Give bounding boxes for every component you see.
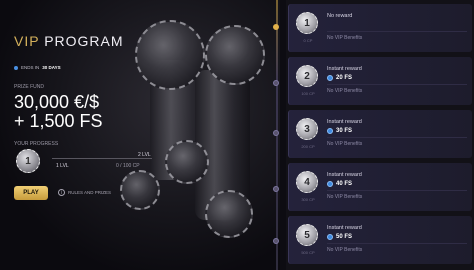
vip-benefits: No VIP Benefits <box>327 247 363 253</box>
poker-chip <box>165 140 209 184</box>
free-spins-reward: 20 FS <box>327 75 352 81</box>
level-cp: 100 CP <box>301 91 315 96</box>
free-spins-value: 40 FS <box>336 181 353 187</box>
play-button[interactable]: PLAY <box>14 186 48 200</box>
free-spins-reward: 50 FS <box>327 234 352 240</box>
reward-title: Instant reward <box>327 172 362 178</box>
timeline-dot <box>273 238 279 244</box>
reward-title: Instant reward <box>327 66 362 72</box>
poker-chip <box>120 170 160 210</box>
ends-in-value: 30 DAYS <box>42 65 61 70</box>
rules-link[interactable]: i RULES AND PRIZES <box>58 189 111 196</box>
vip-benefits: No VIP Benefits <box>327 35 363 41</box>
free-spins-value: 50 FS <box>336 234 353 240</box>
free-spins-reward: 40 FS <box>327 181 352 187</box>
free-spin-coin-icon <box>327 181 333 187</box>
free-spins-value: 20 FS <box>336 75 353 81</box>
free-spin-coin-icon <box>327 128 333 134</box>
reward-card-level-4[interactable]: 4 300 CP Instant reward 40 FS No VIP Ben… <box>288 163 472 211</box>
progress-label: YOUR PROGRESS <box>14 141 59 147</box>
level-cp: 300 CP <box>301 197 315 202</box>
vip-benefits: No VIP Benefits <box>327 88 363 94</box>
level-badge: 4 <box>296 171 318 193</box>
vip-benefits: No VIP Benefits <box>327 141 363 147</box>
vip-benefits: No VIP Benefits <box>327 194 363 200</box>
free-spin-coin-icon <box>327 75 333 81</box>
ends-in-timer: ENDS IN 30 DAYS <box>14 65 61 70</box>
divider <box>327 243 467 244</box>
divider <box>327 31 467 32</box>
prize-fund-amount: 30,000 €/$ <box>14 92 100 112</box>
free-spins-value: 30 FS <box>336 128 353 134</box>
progress-points: 0 / 100 CP <box>116 163 140 169</box>
free-spins-reward: 30 FS <box>327 128 352 134</box>
reward-card-level-3[interactable]: 3 200 CP Instant reward 30 FS No VIP Ben… <box>288 110 472 158</box>
timeline-dot <box>273 130 279 136</box>
level-badge: 1 <box>296 12 318 34</box>
progress-bar <box>52 158 152 159</box>
reward-title: No reward <box>327 13 353 19</box>
reward-card-level-5[interactable]: 5 500 CP Instant reward 50 FS No VIP Ben… <box>288 216 472 264</box>
level-badge: 2 <box>296 65 318 87</box>
level-badge: 3 <box>296 118 318 140</box>
poker-chip <box>135 20 205 90</box>
divider <box>327 190 467 191</box>
reward-title: Instant reward <box>327 119 362 125</box>
free-spin-coin-icon <box>327 234 333 240</box>
prize-fund-label: PRIZE FUND <box>14 84 44 90</box>
brand-vip: VIP <box>14 33 40 49</box>
info-icon: i <box>58 189 65 196</box>
reward-card-level-1[interactable]: 1 0 CP No reward No VIP Benefits <box>288 4 472 52</box>
level-badge: 5 <box>296 224 318 246</box>
poker-chip <box>205 190 253 238</box>
next-level-label: 2 LVL <box>138 152 151 158</box>
level-cp: 500 CP <box>301 250 315 255</box>
brand-program: PROGRAM <box>44 33 124 49</box>
ends-in-label: ENDS IN <box>21 65 40 70</box>
prize-fund-free-spins: + 1,500 FS <box>14 111 103 131</box>
timeline-dot <box>273 24 279 30</box>
timeline-dot <box>273 186 279 192</box>
level-cp: 0 CP <box>303 38 313 43</box>
reward-title: Instant reward <box>327 225 362 231</box>
current-level-badge: 1 <box>16 149 40 173</box>
divider <box>327 84 467 85</box>
current-level-label: 1 LVL <box>56 163 69 169</box>
blue-dot-icon <box>14 65 18 70</box>
timeline-dot <box>273 80 279 86</box>
poker-chip <box>205 25 265 85</box>
divider <box>327 137 467 138</box>
level-cp: 200 CP <box>301 144 315 149</box>
reward-card-level-2[interactable]: 2 100 CP Instant reward 20 FS No VIP Ben… <box>288 57 472 105</box>
brand-logo: VIP PROGRAM <box>14 33 124 49</box>
rules-label: RULES AND PRIZES <box>68 190 112 195</box>
